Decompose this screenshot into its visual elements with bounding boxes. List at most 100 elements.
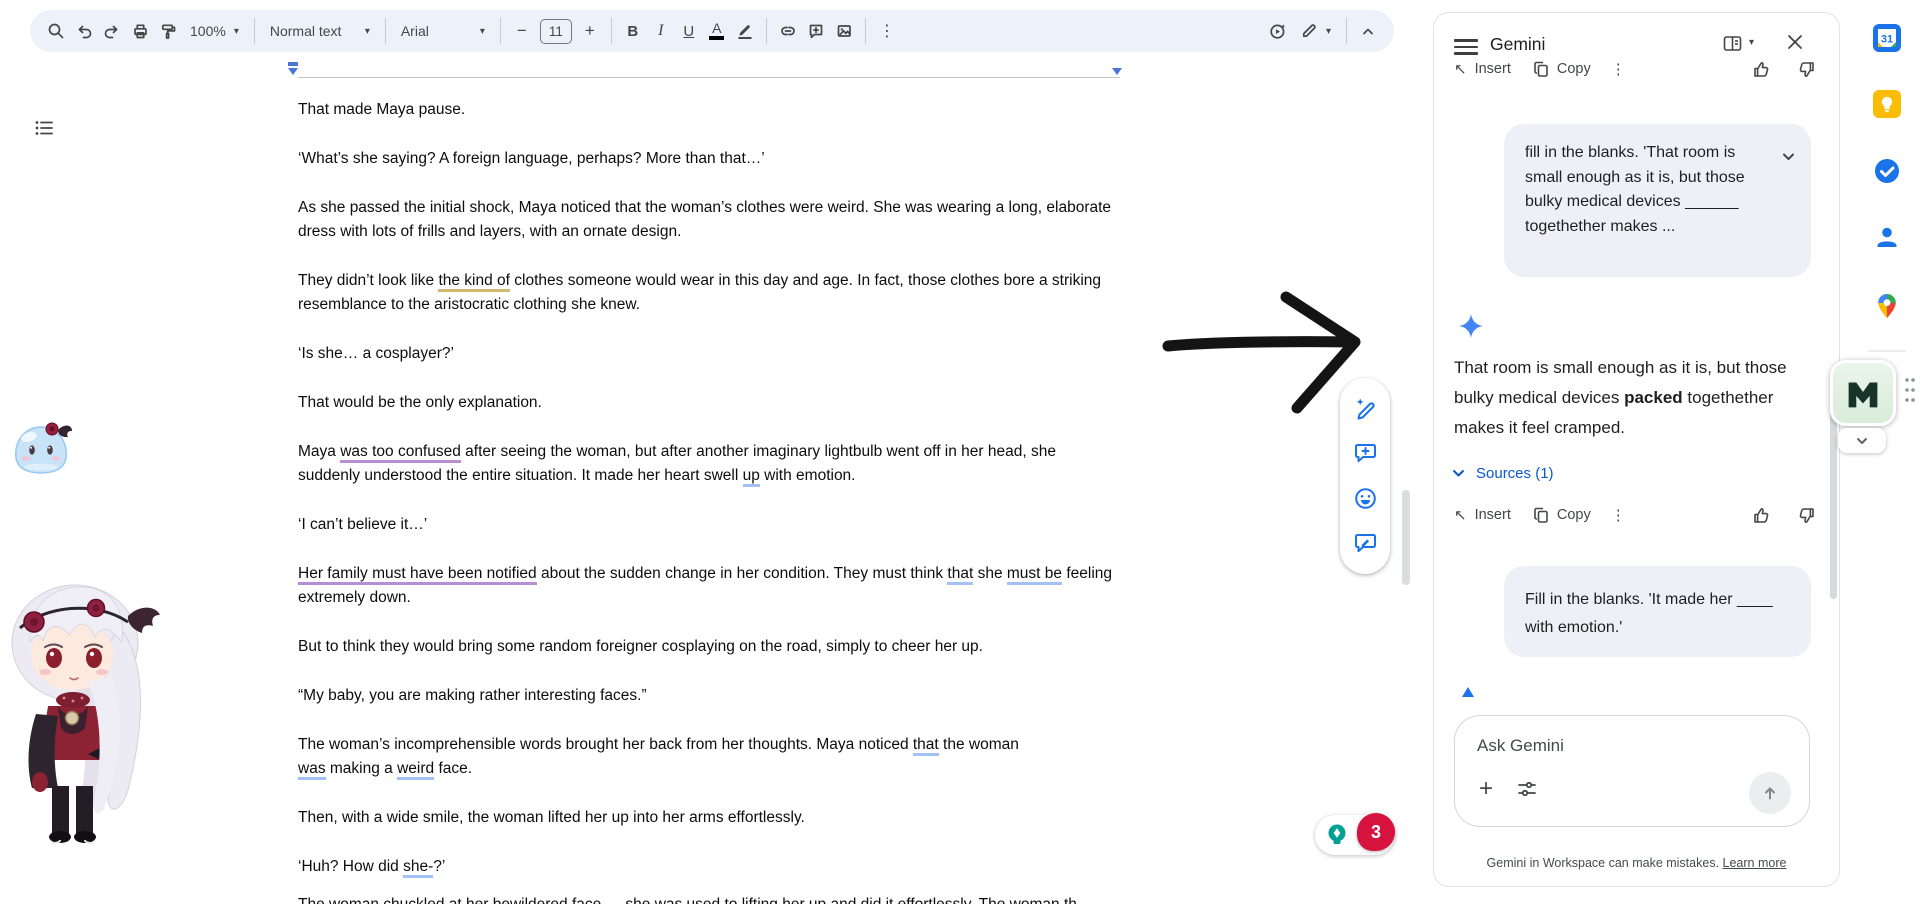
decrease-font-size-button[interactable]: − bbox=[508, 17, 536, 45]
tune-icon[interactable] bbox=[1517, 779, 1537, 804]
suggest-edits-icon[interactable] bbox=[1353, 531, 1378, 556]
add-comment-icon[interactable] bbox=[802, 17, 830, 45]
docs-toolbar: 100%▾ Normal text▾ Arial▾ − 11 + B I U A… bbox=[30, 10, 1394, 52]
drag-handle-icon[interactable] bbox=[1903, 374, 1917, 410]
print-icon[interactable] bbox=[126, 17, 154, 45]
search-icon[interactable] bbox=[42, 17, 70, 45]
undo-icon[interactable] bbox=[70, 17, 98, 45]
bold-button[interactable]: B bbox=[619, 17, 647, 45]
increase-font-size-button[interactable]: + bbox=[576, 17, 604, 45]
thumbs-up-icon[interactable] bbox=[1752, 506, 1771, 525]
ask-gemini-input[interactable]: Ask Gemini + bbox=[1454, 715, 1810, 827]
gemini-response-text: That room is small enough as it is, but … bbox=[1454, 353, 1816, 443]
google-maps-icon[interactable] bbox=[1873, 292, 1901, 320]
menu-icon[interactable] bbox=[1454, 35, 1478, 55]
editing-mode-select[interactable]: ▾ bbox=[1292, 17, 1339, 45]
google-keep-icon[interactable] bbox=[1873, 90, 1901, 118]
gemini-disclaimer: Gemini in Workspace can make mistakes. L… bbox=[1434, 856, 1839, 870]
insert-arrow-icon: ↖ bbox=[1454, 60, 1467, 78]
document-paragraphs[interactable]: That made Maya pause. ‘What’s she saying?… bbox=[298, 98, 1118, 904]
paragraph[interactable]: The woman chuckled at her bewildered fac… bbox=[298, 893, 1118, 904]
input-placeholder: Ask Gemini bbox=[1477, 736, 1564, 756]
thumbs-down-icon[interactable] bbox=[1797, 60, 1816, 79]
paragraph[interactable]: But to think they would bring some rando… bbox=[298, 635, 1118, 659]
underline-button[interactable]: U bbox=[675, 17, 703, 45]
sources-toggle[interactable]: Sources (1) bbox=[1452, 465, 1554, 482]
expand-chevron-icon[interactable] bbox=[1781, 148, 1796, 173]
toolbar-divider bbox=[254, 18, 255, 44]
learn-more-link[interactable]: Learn more bbox=[1723, 856, 1787, 870]
chevron-down-icon: ▾ bbox=[1326, 26, 1331, 37]
text-color-swatch bbox=[709, 36, 724, 40]
chevron-down-icon[interactable]: ▾ bbox=[1749, 37, 1754, 48]
grammar-checker-badge[interactable]: 3 bbox=[1315, 815, 1395, 855]
left-indent-marker[interactable] bbox=[288, 68, 298, 75]
panel-layout-icon[interactable] bbox=[1722, 33, 1743, 59]
paragraph[interactable]: ‘Is she… a cosplayer?’ bbox=[298, 342, 1118, 366]
copy-button[interactable]: Copy bbox=[1533, 507, 1591, 523]
thumbs-down-icon[interactable] bbox=[1797, 506, 1816, 525]
insert-button[interactable]: ↖Insert bbox=[1454, 506, 1511, 524]
font-size-input[interactable]: 11 bbox=[540, 19, 572, 44]
google-docs-window: 100%▾ Normal text▾ Arial▾ − 11 + B I U A… bbox=[0, 0, 1920, 904]
google-tasks-icon[interactable] bbox=[1873, 157, 1901, 185]
outline-list-icon bbox=[33, 117, 55, 139]
paragraph[interactable]: Her family must have been notified about… bbox=[298, 562, 1118, 610]
insert-image-icon[interactable] bbox=[830, 17, 858, 45]
toolbar-divider bbox=[1346, 18, 1347, 44]
response-action-row: ↖Insert Copy ⋮ bbox=[1454, 57, 1816, 81]
highlight-color-icon[interactable] bbox=[731, 17, 759, 45]
help-me-write-icon[interactable] bbox=[1353, 396, 1378, 421]
document-scrollbar[interactable] bbox=[1402, 490, 1410, 585]
user-prompt-text: fill in the blanks. 'That room is small … bbox=[1525, 144, 1745, 235]
copy-button[interactable]: Copy bbox=[1533, 61, 1591, 77]
thumbs-up-icon[interactable] bbox=[1752, 60, 1771, 79]
google-calendar-icon[interactable]: 31 bbox=[1873, 24, 1901, 52]
toolbar-divider bbox=[611, 18, 612, 44]
toolbar-divider bbox=[766, 18, 767, 44]
paragraph[interactable]: As she passed the initial shock, Maya no… bbox=[298, 196, 1118, 244]
extension-button[interactable] bbox=[1830, 360, 1896, 426]
paragraph[interactable]: “My baby, you are making rather interest… bbox=[298, 684, 1118, 708]
google-contacts-icon[interactable] bbox=[1873, 223, 1901, 251]
send-arrow-icon bbox=[1760, 783, 1780, 803]
zoom-select[interactable]: 100%▾ bbox=[182, 17, 247, 45]
paragraph[interactable]: ‘I can’t believe it…’ bbox=[298, 513, 1118, 537]
document-outline-button[interactable] bbox=[22, 106, 66, 150]
insert-button[interactable]: ↖Insert bbox=[1454, 60, 1511, 78]
paragraph[interactable]: Then, with a wide smile, the woman lifte… bbox=[298, 806, 1118, 830]
paragraph[interactable]: ‘Huh? How did she-?’ bbox=[298, 855, 1118, 879]
send-button[interactable] bbox=[1749, 772, 1791, 814]
margin-action-pill bbox=[1340, 378, 1390, 574]
add-comment-icon[interactable] bbox=[1353, 441, 1378, 466]
paragraph[interactable]: Maya was too confused after seeing the w… bbox=[298, 440, 1118, 488]
slime-character-image bbox=[10, 420, 72, 478]
right-indent-marker[interactable] bbox=[1112, 68, 1122, 75]
feedback-buttons bbox=[1752, 506, 1816, 525]
more-options-button[interactable]: ⋮ bbox=[873, 17, 901, 45]
emoji-reaction-icon[interactable] bbox=[1353, 486, 1378, 511]
first-line-indent-marker[interactable] bbox=[288, 62, 298, 66]
paragraph[interactable]: That made Maya pause. bbox=[298, 98, 1118, 122]
paragraph[interactable]: The woman’s incomprehensible words broug… bbox=[298, 733, 1118, 781]
ruler bbox=[298, 77, 1120, 78]
more-options-icon[interactable]: ⋮ bbox=[1611, 60, 1627, 78]
text-color-button[interactable]: A bbox=[703, 17, 731, 45]
insert-link-icon[interactable] bbox=[774, 17, 802, 45]
italic-button[interactable]: I bbox=[647, 17, 675, 45]
paint-format-icon[interactable] bbox=[154, 17, 182, 45]
paragraph[interactable]: They didn’t look like the kind of clothe… bbox=[298, 269, 1118, 317]
toolbar-divider bbox=[385, 18, 386, 44]
paragraph-style-select[interactable]: Normal text▾ bbox=[262, 17, 378, 45]
hide-menus-icon[interactable] bbox=[1354, 17, 1382, 45]
font-select[interactable]: Arial▾ bbox=[393, 17, 493, 45]
paragraph[interactable]: ‘What’s she saying? A foreign language, … bbox=[298, 147, 1118, 171]
anime-girl-character-image bbox=[0, 548, 172, 848]
attach-button[interactable]: + bbox=[1471, 774, 1501, 804]
close-icon[interactable] bbox=[1784, 31, 1806, 58]
paragraph[interactable]: That would be the only explanation. bbox=[298, 391, 1118, 415]
redo-icon[interactable] bbox=[98, 17, 126, 45]
extension-collapse-button[interactable] bbox=[1838, 428, 1886, 453]
more-options-icon[interactable]: ⋮ bbox=[1611, 506, 1627, 524]
slideshow-timer-icon[interactable] bbox=[1264, 17, 1292, 45]
